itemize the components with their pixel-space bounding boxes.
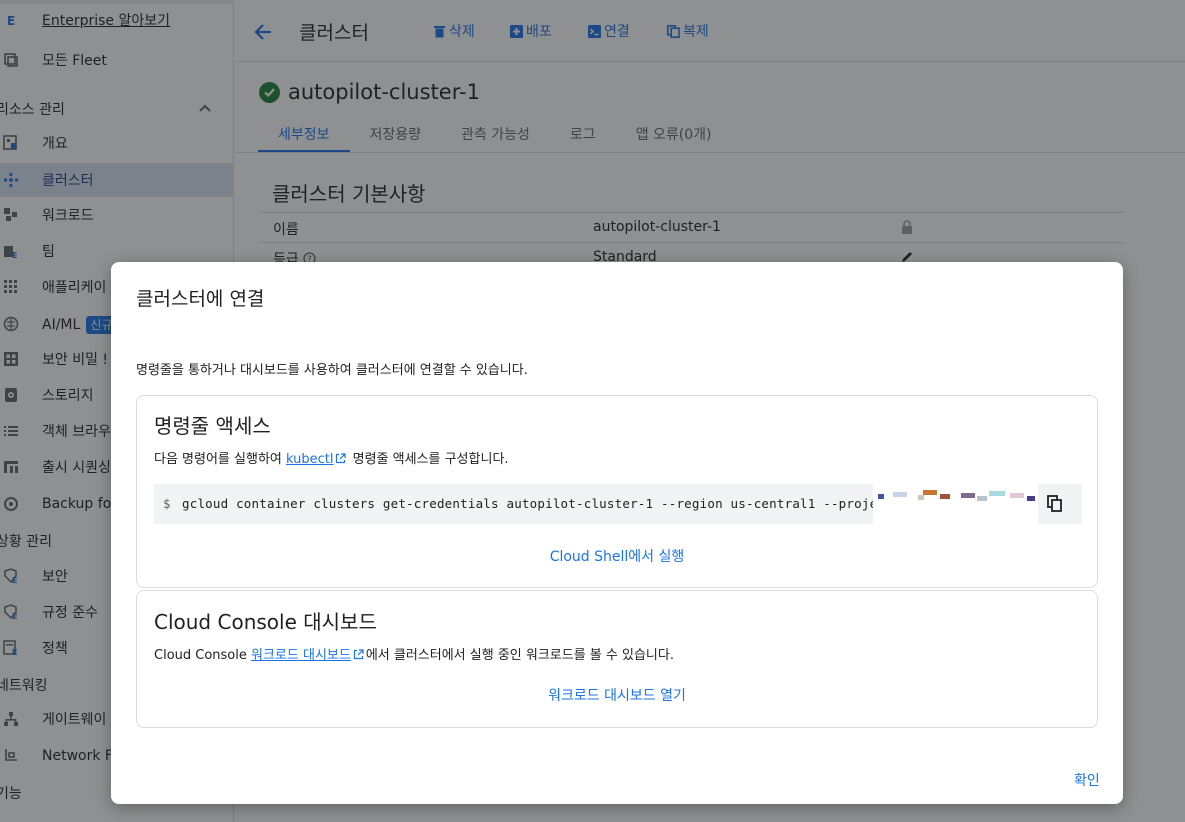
workload-dashboard-link[interactable]: 워크로드 대시보드 — [251, 648, 351, 663]
cli-access-card: 명령줄 액세스 다음 명령어를 실행하여 kubectl 명령줄 액세스를 구성… — [136, 395, 1098, 588]
dialog-description: 명령줄을 통하거나 대시보드를 사용하여 클러스터에 연결할 수 있습니다. — [136, 363, 528, 378]
console-heading: Cloud Console 대시보드 — [154, 610, 377, 634]
open-workload-dashboard-link[interactable]: 워크로드 대시보드 열기 — [137, 685, 1097, 705]
kubectl-link[interactable]: kubectl — [286, 452, 333, 467]
run-in-cloud-shell-link[interactable]: Cloud Shell에서 실행 — [137, 546, 1097, 566]
external-link-icon — [353, 649, 364, 660]
command-codebox[interactable]: $ gcloud container clusters get-credenti… — [154, 484, 1082, 524]
console-text-after: 에서 클러스터에서 실행 중인 워크로드를 볼 수 있습니다. — [365, 648, 674, 663]
cli-text-after: 명령줄 액세스를 구성합니다. — [348, 452, 509, 467]
connect-dialog: 클러스터에 연결 명령줄을 통하거나 대시보드를 사용하여 클러스터에 연결할 … — [111, 262, 1123, 804]
shell-prompt: $ — [163, 496, 171, 511]
dialog-title: 클러스터에 연결 — [136, 288, 265, 310]
ok-button[interactable]: 확인 — [1074, 770, 1100, 790]
console-dashboard-card: Cloud Console 대시보드 Cloud Console 워크로드 대시… — [136, 590, 1098, 728]
cli-heading: 명령줄 액세스 — [154, 414, 271, 438]
external-link-icon — [336, 453, 347, 464]
redacted-project-id — [873, 484, 1038, 524]
console-text-before: Cloud Console — [154, 648, 252, 663]
cli-instructions: 다음 명령어를 실행하여 kubectl 명령줄 액세스를 구성합니다. — [154, 448, 509, 467]
copy-command-icon[interactable] — [1047, 495, 1063, 513]
command-text[interactable]: gcloud container clusters get-credential… — [182, 496, 893, 511]
console-instructions: Cloud Console 워크로드 대시보드 에서 클러스터에서 실행 중인 워… — [154, 644, 674, 663]
cli-text-before: 다음 명령어를 실행하여 — [154, 452, 286, 467]
